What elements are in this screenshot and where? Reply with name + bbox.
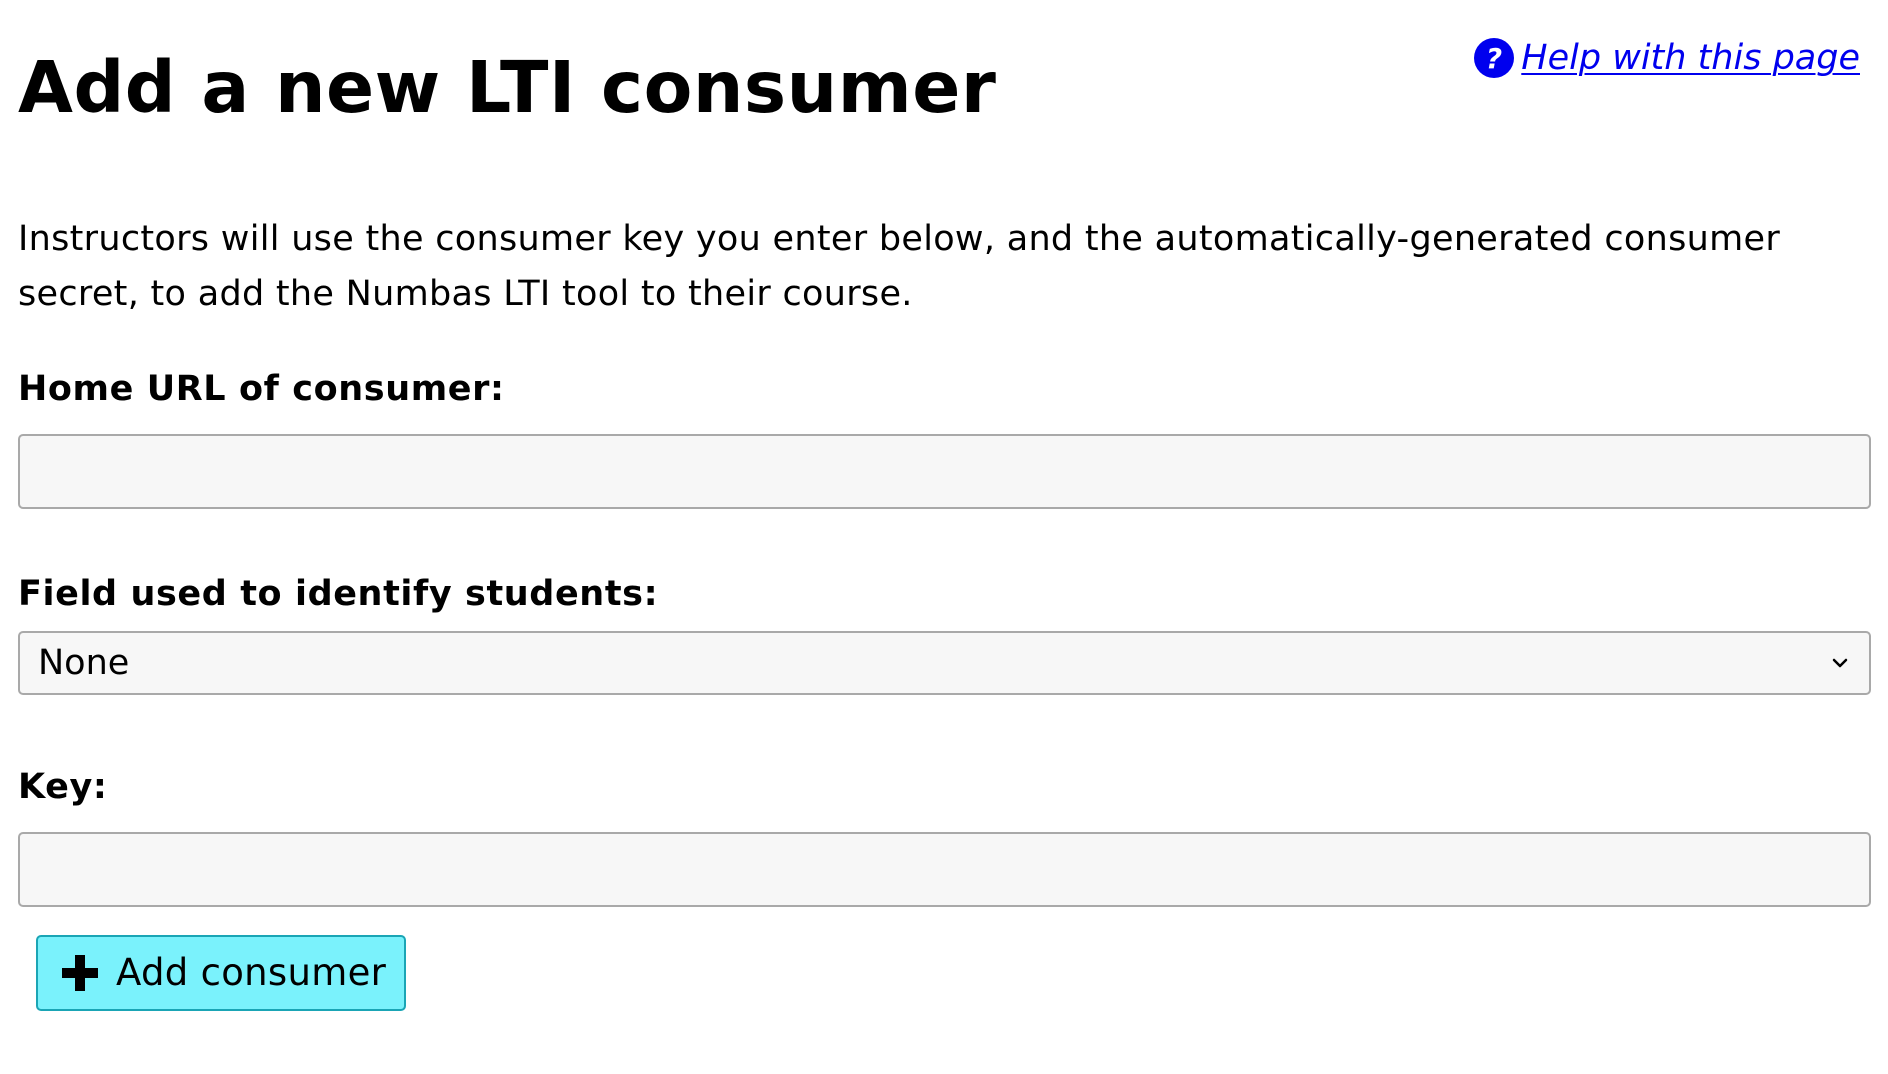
identify-field-label: Field used to identify students: xyxy=(18,574,659,614)
identify-field-select[interactable]: None xyxy=(18,631,1871,695)
question-circle-icon: ? xyxy=(1474,38,1515,78)
page-title: Add a new LTI consumer xyxy=(18,46,997,129)
add-consumer-button[interactable]: Add consumer xyxy=(36,935,407,1011)
help-link-label[interactable]: Help with this page xyxy=(1515,34,1860,82)
home-url-input[interactable] xyxy=(18,434,1871,509)
key-input[interactable] xyxy=(18,832,1871,907)
plus-icon xyxy=(62,955,98,991)
identify-field-selected-value: None xyxy=(38,643,130,683)
help-link[interactable]: ? Help with this page xyxy=(1473,34,1860,82)
intro-text: Instructors will use the consumer key yo… xyxy=(18,219,1781,314)
page: Add a new LTI consumer ? Help with this … xyxy=(0,0,1888,1074)
key-label: Key: xyxy=(18,767,108,807)
chevron-down-icon xyxy=(1832,658,1848,668)
home-url-label: Home URL of consumer: xyxy=(18,369,505,409)
add-consumer-button-label: Add consumer xyxy=(116,951,387,994)
svg-text:?: ? xyxy=(1486,42,1502,75)
